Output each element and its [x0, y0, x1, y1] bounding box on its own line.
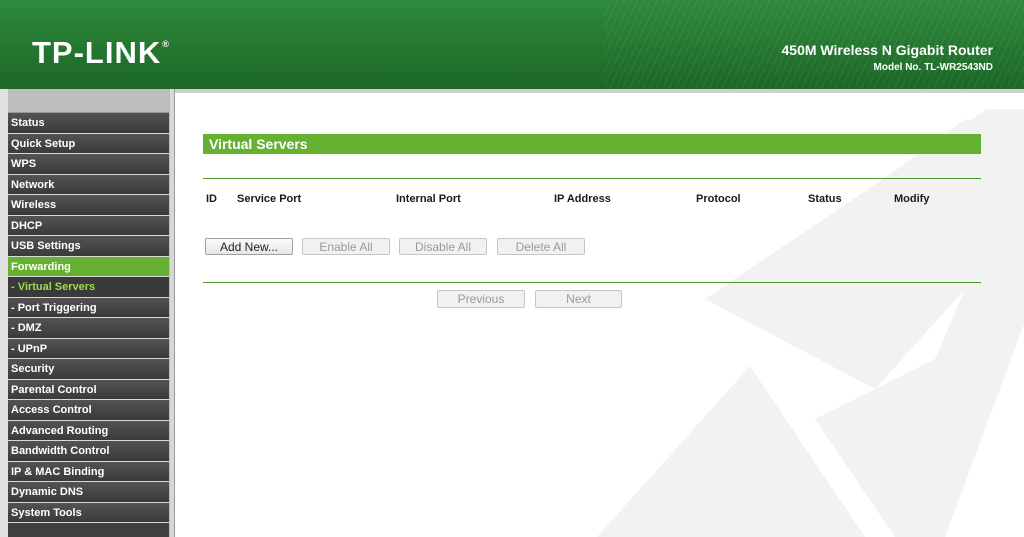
sidebar-item-system-tools[interactable]: System Tools [8, 502, 169, 523]
sidebar-item-advanced-routing[interactable]: Advanced Routing [8, 420, 169, 441]
disable-all-button[interactable]: Disable All [399, 238, 487, 255]
sidebar-item-network[interactable]: Network [8, 174, 169, 195]
sidebar-item-upnp[interactable]: - UPnP [8, 338, 169, 359]
header-banner: TP-LINK® 450M Wireless N Gigabit Router … [0, 0, 1024, 89]
previous-button[interactable]: Previous [437, 290, 525, 308]
column-header-ip-address: IP Address [554, 193, 611, 205]
sidebar-item-quick-setup[interactable]: Quick Setup [8, 133, 169, 154]
title-divider [203, 178, 981, 179]
column-header-id: ID [206, 193, 217, 205]
sidebar-menu: Status Quick Setup WPS Network Wireless DHCP U… [8, 89, 169, 537]
sidebar-item-port-triggering[interactable]: - Port Triggering [8, 297, 169, 318]
main-content-frame: Virtual Servers ID Service Port Internal… [175, 89, 1024, 537]
add-new-button[interactable]: Add New... [205, 238, 293, 255]
column-header-internal-port: Internal Port [396, 193, 461, 205]
sidebar-item-dhcp[interactable]: DHCP [8, 215, 169, 236]
logo-text: TP-LINK [32, 35, 162, 70]
delete-all-button[interactable]: Delete All [497, 238, 585, 255]
left-frame-edge [0, 89, 8, 537]
column-header-protocol: Protocol [696, 193, 741, 205]
sidebar-item-status[interactable]: Status [8, 113, 169, 134]
sidebar-item-dynamic-dns[interactable]: Dynamic DNS [8, 482, 169, 503]
column-header-modify: Modify [894, 193, 930, 205]
tp-link-logo: TP-LINK® [32, 35, 170, 71]
table-divider [203, 282, 981, 283]
sidebar-item-bandwidth-control[interactable]: Bandwidth Control [8, 441, 169, 462]
enable-all-button[interactable]: Enable All [302, 238, 390, 255]
sidebar-item-usb-settings[interactable]: USB Settings [8, 236, 169, 257]
sidebar-item-dmz[interactable]: - DMZ [8, 318, 169, 339]
page-title: Virtual Servers [203, 134, 981, 154]
watermark-graphic [597, 109, 1024, 537]
product-name: 450M Wireless N Gigabit Router [781, 42, 993, 58]
sidebar-item-forwarding[interactable]: Forwarding [8, 256, 169, 277]
sidebar-item-access-control[interactable]: Access Control [8, 400, 169, 421]
sidebar-item-security[interactable]: Security [8, 359, 169, 380]
sidebar-item-wireless[interactable]: Wireless [8, 195, 169, 216]
column-header-status: Status [808, 193, 842, 205]
column-header-service-port: Service Port [237, 193, 302, 205]
next-button[interactable]: Next [535, 290, 622, 308]
logo-registered-mark: ® [162, 39, 170, 49]
sidebar-item-ip-and-mac-binding[interactable]: IP & MAC Binding [8, 461, 169, 482]
sidebar-item-parental-control[interactable]: Parental Control [8, 379, 169, 400]
sidebar-item-wps[interactable]: WPS [8, 154, 169, 175]
sidebar-item-virtual-servers[interactable]: - Virtual Servers [8, 277, 169, 298]
menu-top-bar [8, 89, 169, 113]
content-top-border [175, 89, 1024, 93]
model-number: Model No. TL-WR2543ND [873, 62, 993, 73]
